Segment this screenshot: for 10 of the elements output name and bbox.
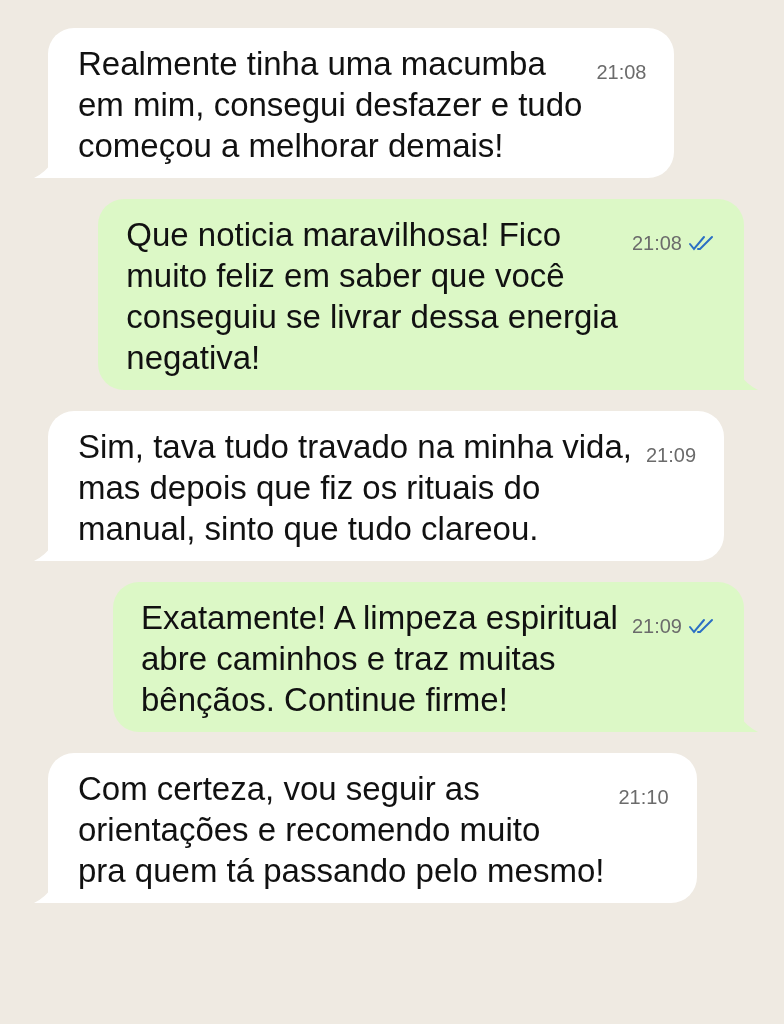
message-time: 21:10	[618, 785, 669, 810]
message-time: 21:08	[596, 60, 647, 85]
message-time: 21:08	[631, 231, 682, 256]
message-text: Com certeza, vou seguir as orientações e recomendo muito pra quem tá passando pelo mesmo!	[78, 769, 605, 891]
message-time: 21:09	[631, 614, 682, 639]
message-text: Que noticia maravilhosa! Fico muito feliz em saber que você conseguiu se livrar dessa energia negativa!	[126, 215, 618, 378]
message-text: Sim, tava tudo travado na minha vida, mas depois que fiz os rituais do manual, sinto que tudo clareou.	[78, 427, 632, 549]
message-time: 21:09	[646, 443, 697, 468]
message-text: Exatamente! A limpeza espiritual abre caminhos e traz muitas bênçãos. Continue firme!	[141, 598, 618, 720]
message-text: Realmente tinha uma macumba em mim, consegui desfazer e tudo começou a melhorar demais!	[78, 44, 583, 166]
